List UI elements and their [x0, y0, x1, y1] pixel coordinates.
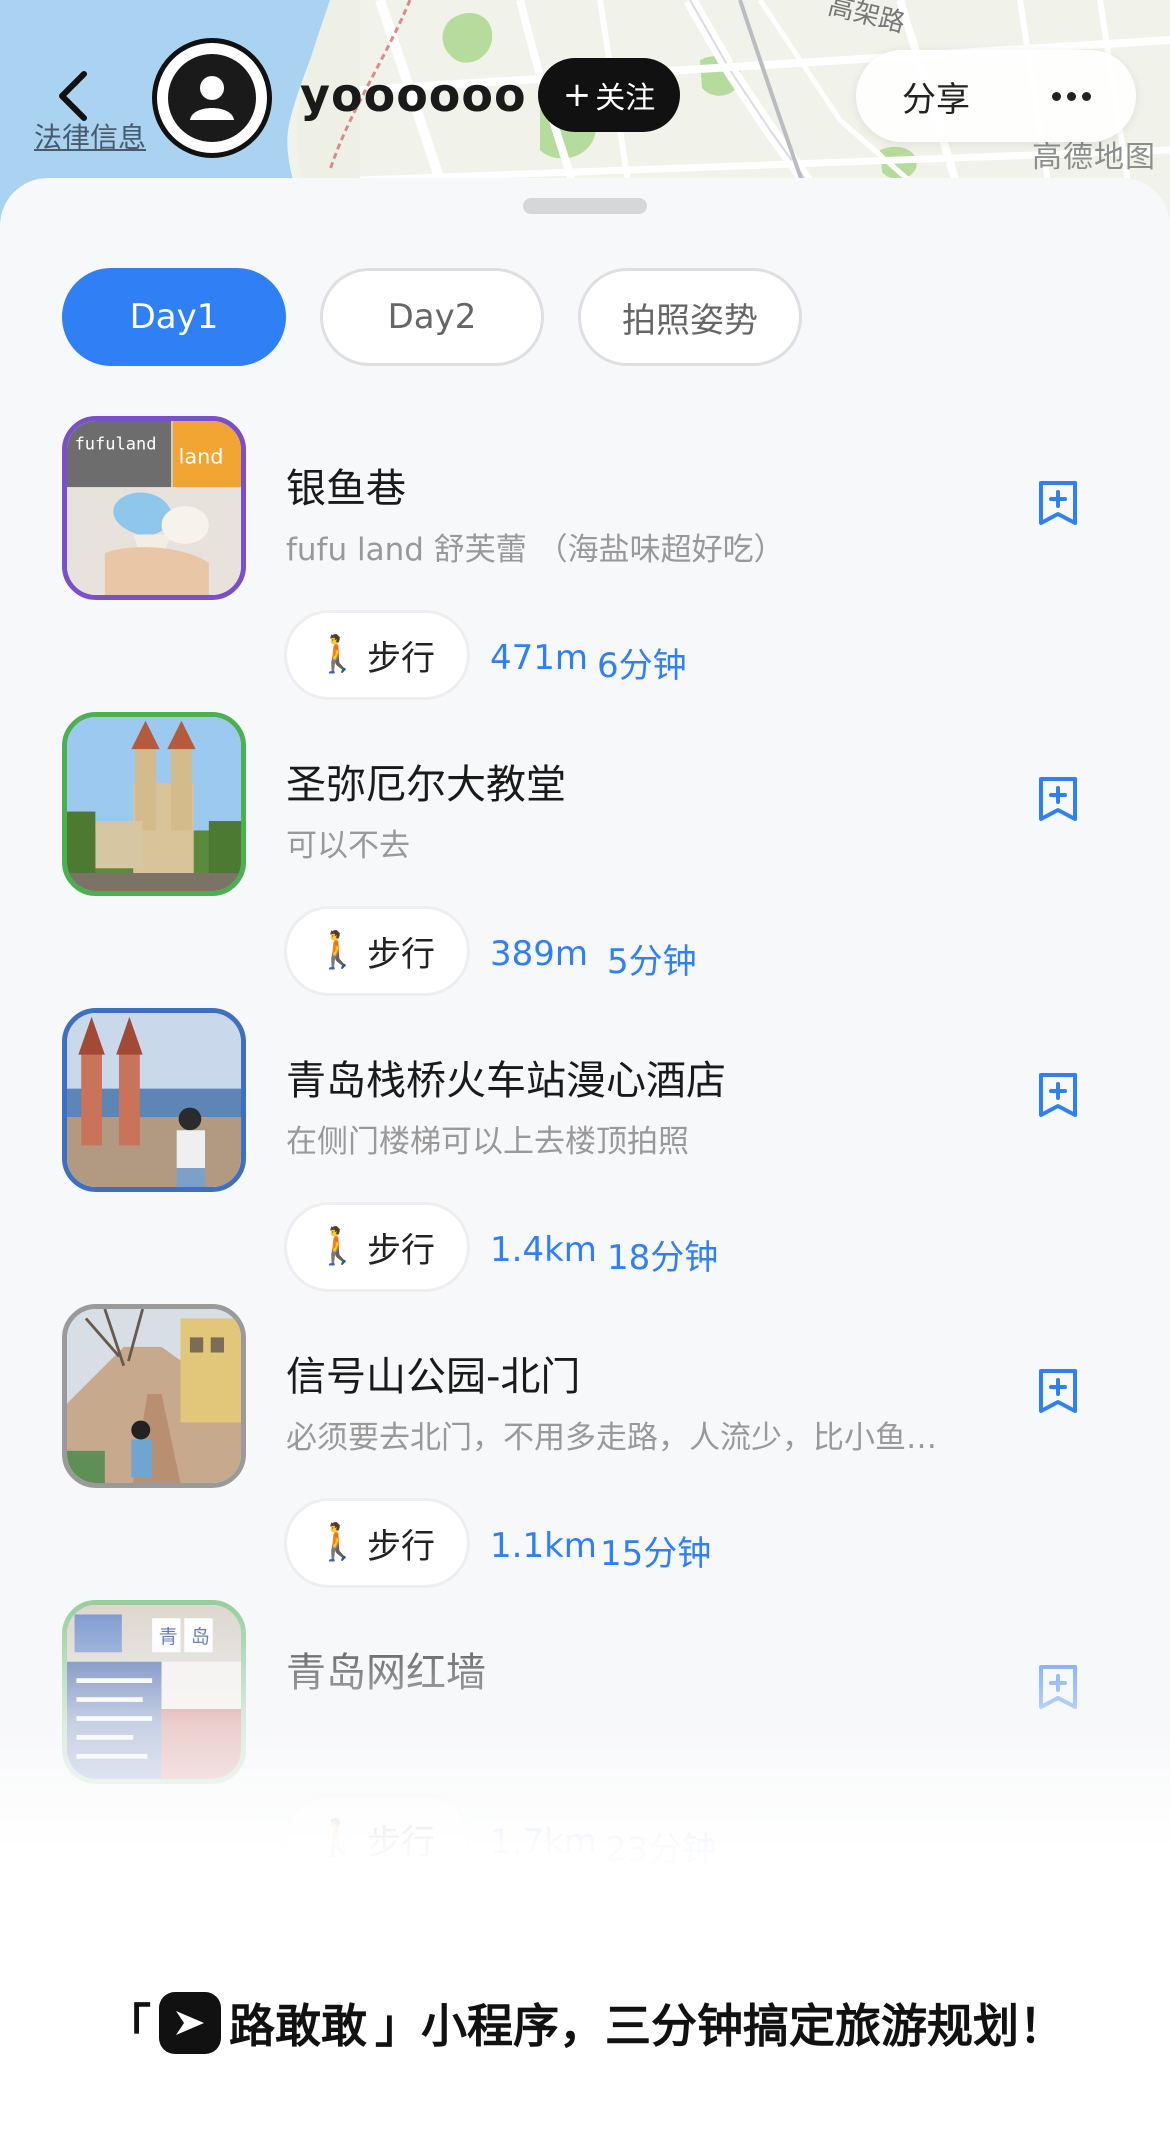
walking-person-icon: 🚶 [315, 930, 360, 971]
travel-mode-pill[interactable]: 🚶 步行 [284, 906, 470, 996]
poi-item[interactable]: 青 岛 青岛网红墙 🚶 步行 1.7km 23分钟 [0, 1600, 1170, 1896]
walking-person-icon: 🚶 [315, 1818, 360, 1859]
graffiti-wall-photo: 青 岛 [67, 1605, 241, 1779]
travel-mode-pill[interactable]: 🚶 步行 [284, 1498, 470, 1588]
add-bookmark-button[interactable] [1036, 1070, 1080, 1120]
shop-sign-text: fufuland [75, 434, 157, 454]
poi-title: 圣弥厄尔大教堂 [286, 762, 566, 808]
more-dot-icon [1051, 91, 1061, 101]
poi-thumbnail: 青 岛 [62, 1600, 246, 1784]
poi-note: fufu land 舒芙蕾 （海盐味超好吃） [286, 532, 785, 568]
promo-open-quote: 「 [105, 1999, 151, 2053]
itinerary-sheet: Day1 Day2 拍照姿势 fufuland land 银鱼巷 fufu la… [0, 178, 1170, 2133]
username: yoooooo [300, 68, 527, 122]
distance: 1.7km [490, 1822, 597, 1862]
poi-item[interactable]: fufuland land 银鱼巷 fufu land 舒芙蕾 （海盐味超好吃） [0, 416, 1170, 712]
poi-item[interactable]: 信号山公园-北门 必须要去北门，不用多走路，人流少，比小鱼… 🚶 步行 1.1k… [0, 1304, 1170, 1600]
poi-title: 银鱼巷 [286, 466, 406, 512]
poi-title: 青岛网红墙 [286, 1650, 486, 1696]
poi-item[interactable]: 青岛栈桥火车站漫心酒店 在侧门楼梯可以上去楼顶拍照 🚶 步行 1.4km 18分… [0, 1008, 1170, 1304]
poi-thumbnail [62, 712, 246, 896]
share-menu-pill: 分享 [856, 50, 1136, 142]
poi-thumbnail [62, 1304, 246, 1488]
travel-mode-label: 步行 [367, 1526, 435, 1567]
walking-person-icon: 🚶 [315, 1522, 360, 1563]
wall-sign-text: 岛 [191, 1626, 210, 1648]
tab-photo-poses[interactable]: 拍照姿势 [578, 268, 802, 366]
rooftop-view-photo [67, 1013, 241, 1187]
shop-sign-text: land [179, 445, 224, 469]
distance: 1.4km [490, 1230, 597, 1270]
add-bookmark-button[interactable] [1036, 1662, 1080, 1712]
bookmark-plus-icon [1039, 481, 1077, 525]
plus-icon: + [562, 75, 592, 115]
poi-item[interactable]: 圣弥厄尔大教堂 可以不去 🚶 步行 389m 5分钟 [0, 712, 1170, 1008]
cathedral-photo [67, 717, 241, 891]
add-bookmark-button[interactable] [1036, 1366, 1080, 1416]
poi-note: 可以不去 [286, 828, 410, 864]
park-path-photo [67, 1309, 241, 1483]
follow-label: 关注 [595, 81, 656, 116]
distance: 471m [490, 638, 589, 678]
app-logo-icon [159, 1992, 221, 2054]
add-bookmark-button[interactable] [1036, 478, 1080, 528]
add-bookmark-button[interactable] [1036, 774, 1080, 824]
duration: 18分钟 [607, 1238, 719, 1278]
poi-title: 青岛栈桥火车站漫心酒店 [286, 1058, 726, 1104]
more-button[interactable] [1016, 50, 1126, 142]
promo-banner[interactable]: 「 路敢敢 」小程序，三分钟搞定旅游规划！ [0, 1990, 1170, 2056]
walking-person-icon: 🚶 [315, 634, 360, 675]
promo-app-name: 路敢敢 [229, 1999, 367, 2053]
travel-mode-pill[interactable]: 🚶 步行 [284, 610, 470, 700]
travel-mode-label: 步行 [367, 1822, 435, 1863]
poi-thumbnail [62, 1008, 246, 1192]
distance: 1.1km [490, 1526, 597, 1566]
legal-info-link[interactable]: 法律信息 [34, 116, 146, 156]
ice-cream-photo: fufuland land [67, 421, 241, 595]
follow-button[interactable]: + 关注 [538, 58, 680, 132]
duration: 15分钟 [600, 1534, 712, 1574]
travel-mode-pill[interactable]: 🚶 步行 [284, 1202, 470, 1292]
travel-mode-label: 步行 [367, 934, 435, 975]
bookmark-plus-icon [1039, 777, 1077, 821]
share-button[interactable]: 分享 [856, 72, 1016, 121]
more-dot-icon [1081, 91, 1091, 101]
tab-day2[interactable]: Day2 [320, 268, 544, 366]
day-tabs: Day1 Day2 拍照姿势 [62, 268, 802, 366]
bookmark-plus-icon [1039, 1073, 1077, 1117]
travel-mode-label: 步行 [367, 1230, 435, 1271]
travel-mode-label: 步行 [367, 638, 435, 679]
poi-thumbnail: fufuland land [62, 416, 246, 600]
avatar[interactable] [152, 38, 272, 158]
more-dot-icon [1066, 91, 1076, 101]
duration: 6分钟 [597, 646, 687, 686]
duration: 23分钟 [605, 1830, 717, 1870]
poi-note: 必须要去北门，不用多走路，人流少，比小鱼… [286, 1420, 937, 1456]
distance: 389m [490, 934, 589, 974]
bookmark-plus-icon [1039, 1665, 1077, 1709]
wall-sign-text: 青 [159, 1626, 178, 1648]
bookmark-plus-icon [1039, 1369, 1077, 1413]
poi-note: 在侧门楼梯可以上去楼顶拍照 [286, 1124, 689, 1160]
poi-title: 信号山公园-北门 [286, 1354, 581, 1400]
sheet-drag-handle[interactable] [523, 198, 647, 214]
promo-tagline: 」小程序，三分钟搞定旅游规划！ [375, 1999, 1065, 2053]
tab-day1[interactable]: Day1 [62, 268, 286, 366]
user-silhouette-icon [168, 54, 256, 142]
travel-mode-pill[interactable]: 🚶 步行 [284, 1794, 470, 1884]
duration: 5分钟 [607, 942, 697, 982]
walking-person-icon: 🚶 [315, 1226, 360, 1267]
